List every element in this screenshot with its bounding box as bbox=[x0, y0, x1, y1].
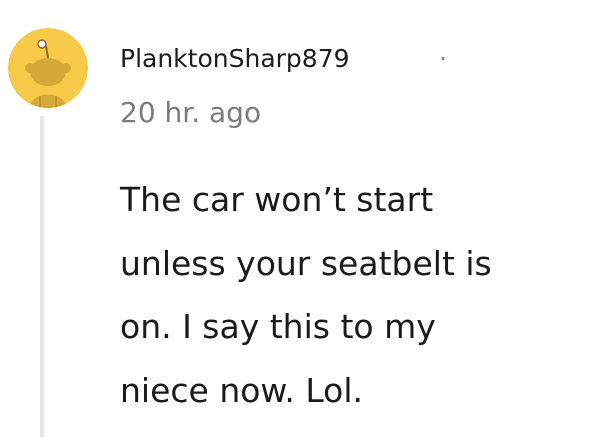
reddit-snoo-icon bbox=[8, 28, 88, 108]
avatar[interactable] bbox=[8, 28, 88, 108]
comment: PlanktonSharp879 · 20 hr. ago The car wo… bbox=[0, 0, 599, 437]
thread-line[interactable] bbox=[40, 116, 44, 437]
timestamp[interactable]: 20 hr. ago bbox=[120, 96, 261, 130]
separator-dot: · bbox=[439, 44, 447, 73]
comment-body-line: unless your seatbelt is bbox=[120, 243, 492, 283]
comment-body-line: The car won’t start bbox=[120, 180, 434, 219]
comment-body-line: on. I say this to my bbox=[120, 307, 436, 346]
username-link[interactable]: PlanktonSharp879 bbox=[120, 44, 350, 74]
comment-body: The car won’t start unless your seatbelt… bbox=[120, 168, 590, 422]
comment-body-line: niece now. Lol. bbox=[120, 370, 364, 410]
